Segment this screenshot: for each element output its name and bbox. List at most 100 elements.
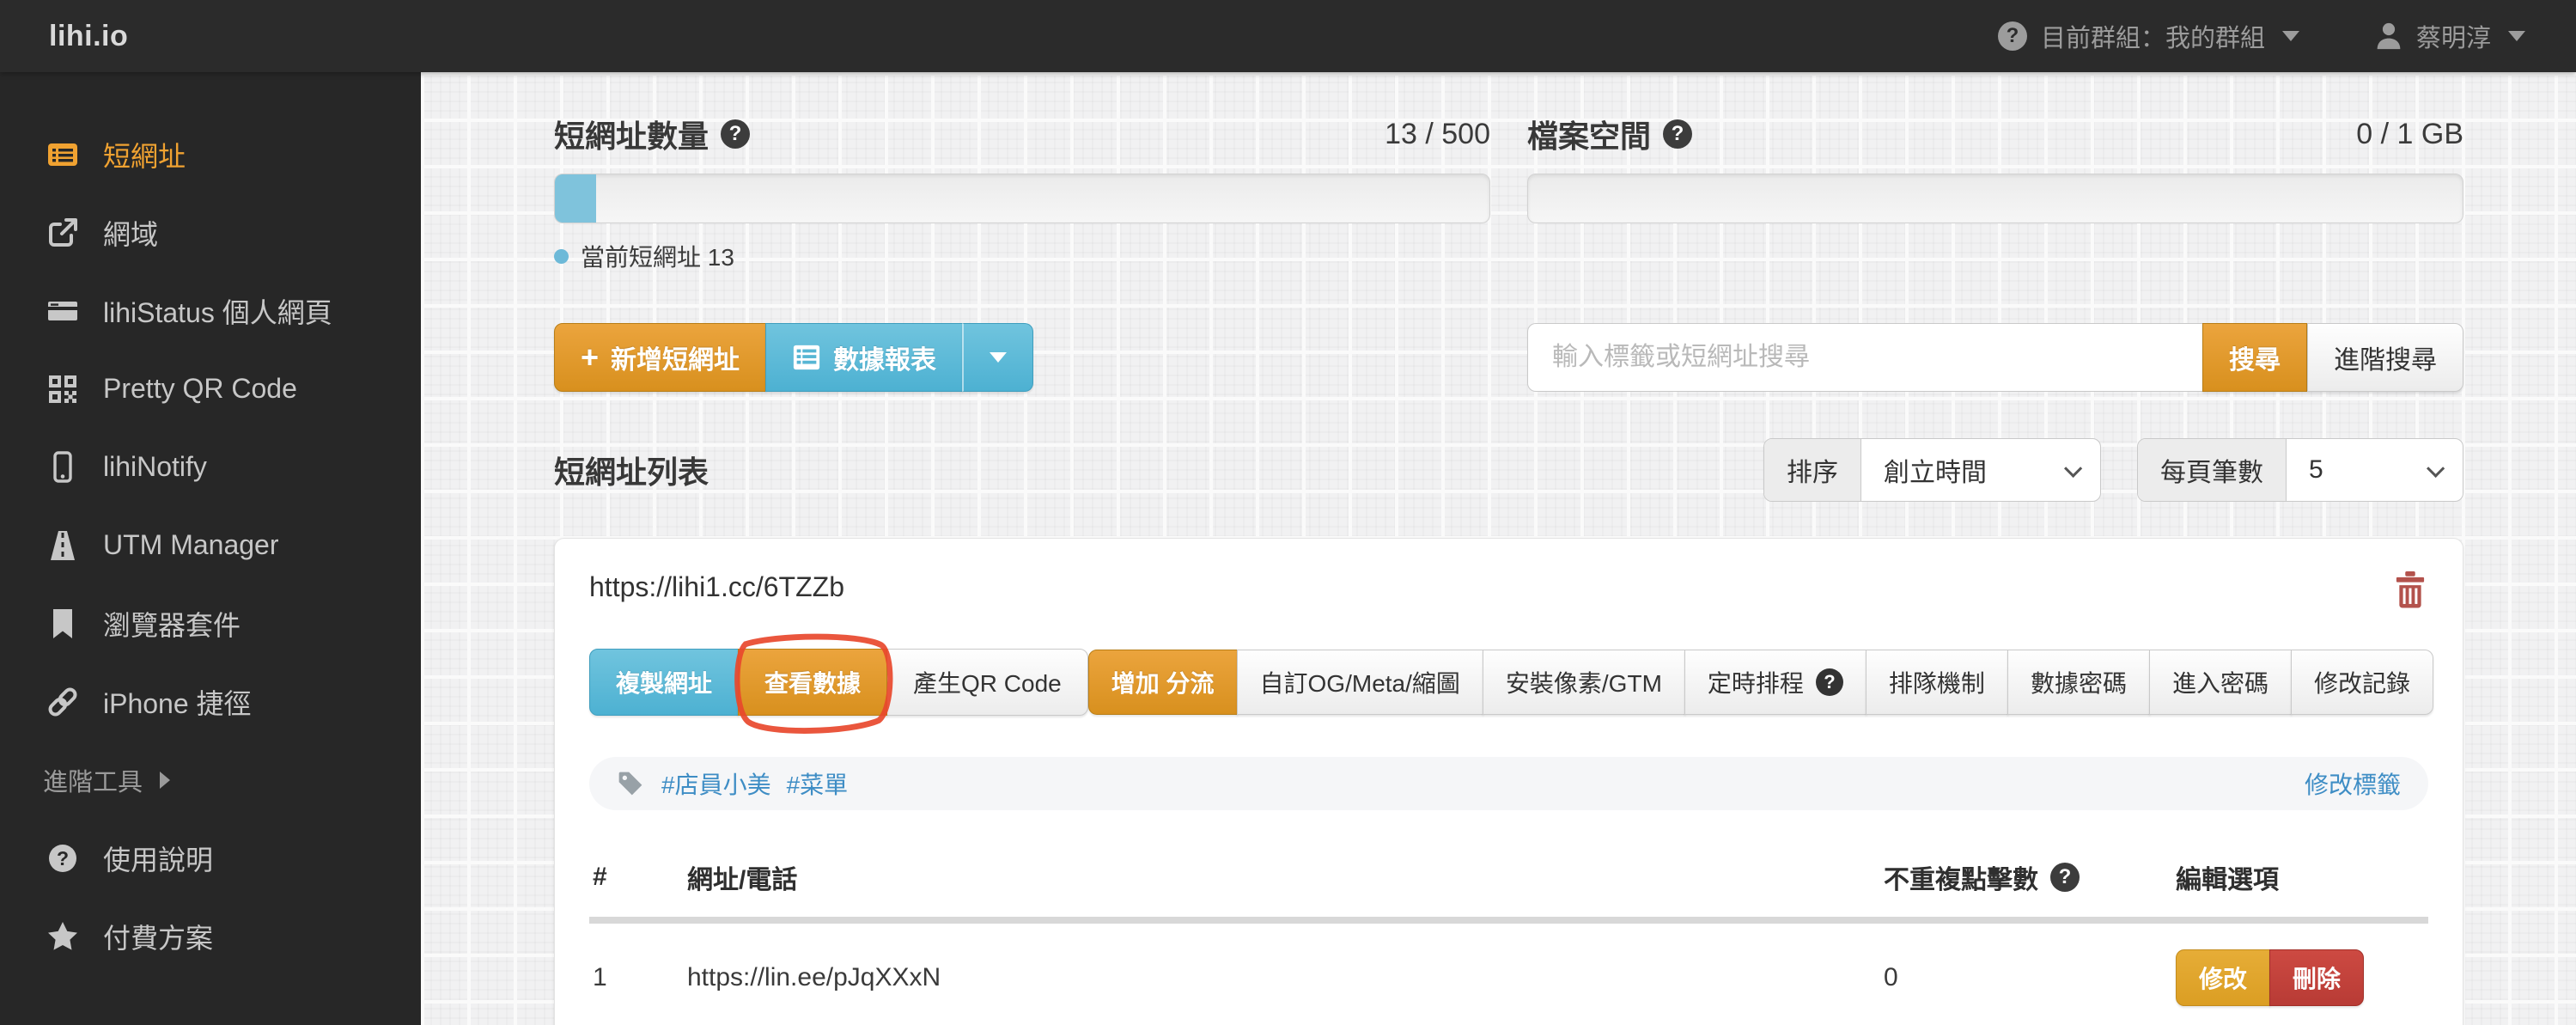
generate-qr-button[interactable]: 產生QR Code [886,649,1088,716]
view-data-button[interactable]: 查看數據 [734,633,893,734]
short-url-quota-stat: 短網址數量 ? 13 / 500 當前短網址 13 [554,112,1490,273]
toolbar-row: + 新增短網址 數據報表 輸入標籤或短網址搜尋 搜尋 進階搜尋 [554,323,2463,392]
data-report-button[interactable]: 數據報表 [765,323,964,392]
stats-row: 短網址數量 ? 13 / 500 當前短網址 13 檔案空間 ? 0 / 1 G… [554,112,2463,273]
row-destination-url: https://lin.ee/pJqXXxN [687,963,941,991]
row-unique-clicks: 0 [1884,963,1898,991]
tag-icon [618,772,642,796]
sidebar-item-label: 使用說明 [103,844,214,876]
sidebar-item-browser-extension[interactable]: 瀏覽器套件 [0,584,421,662]
per-page-select[interactable]: 5 [2287,439,2463,501]
delete-card-button[interactable] [2392,571,2428,611]
row-edit-group: 修改 刪除 [2176,949,2425,1006]
edit-tags-link[interactable]: 修改標籤 [2305,766,2401,801]
primary-actions-group: + 新增短網址 數據報表 [554,323,1034,392]
sidebar-section-advanced-tools[interactable]: 進階工具 [0,741,421,819]
sort-select[interactable]: 創立時間 [1861,439,2100,501]
sidebar-item-short-urls[interactable]: 短網址 [0,115,421,193]
svg-text:?: ? [57,847,69,869]
sort-select-value: 創立時間 [1884,459,1987,487]
entry-password-button[interactable]: 進入密碼 [2148,650,2292,715]
help-icon[interactable]: ? [721,119,751,149]
chevron-down-icon [2508,31,2525,41]
table-header-row: # 網址/電話 不重複點擊數 ? 編輯選項 [589,846,2428,924]
chevron-right-icon [160,771,171,789]
list-icon [46,138,80,171]
sidebar-item-paid-plans[interactable]: 付費方案 [0,897,421,975]
copy-url-button[interactable]: 複製網址 [589,649,740,716]
help-icon: ? [1815,668,1843,696]
sidebar-item-pretty-qr-code[interactable]: Pretty QR Code [0,350,421,428]
col-url-header: 網址/電話 [687,866,798,894]
road-icon [46,529,80,562]
report-dropdown-toggle[interactable] [962,323,1034,392]
short-url-quota-count: 13 / 500 [1385,117,1490,150]
advanced-search-button[interactable]: 進階搜尋 [2307,323,2463,392]
current-group-dropdown[interactable]: ? 目前群組：我的群組 [1997,18,2299,54]
user-icon [2377,22,2401,50]
delete-row-button[interactable]: 刪除 [2269,949,2365,1006]
schedule-button[interactable]: 定時排程 ? [1684,650,1867,715]
user-menu-dropdown[interactable]: 蔡明淳 [2375,18,2525,54]
sidebar-item-label: lihiNotify [103,451,207,482]
chevron-down-icon [2427,459,2445,478]
tag-strip: #店員小美 #菜單 修改標籤 [589,757,2428,810]
main-content: 短網址數量 ? 13 / 500 當前短網址 13 檔案空間 ? 0 / 1 G… [421,72,2576,1025]
sidebar: 短網址 網域 lihiStatus 個人網頁 Pretty QR Code li… [0,72,421,1025]
chevron-down-icon [2281,31,2299,41]
sort-label: 排序 [1764,439,1861,501]
list-head-row: 短網址列表 排序 創立時間 每頁筆數 5 [554,438,2463,502]
sidebar-item-domains[interactable]: 網域 [0,193,421,272]
app-logo: lihi.io [49,19,129,52]
star-icon [46,921,80,952]
custom-og-meta-button[interactable]: 自訂OG/Meta/縮圖 [1236,650,1483,715]
short-url-legend-label: 當前短網址 13 [581,244,734,271]
qr-code-icon [46,374,80,405]
data-report-label: 數據報表 [833,346,937,375]
sidebar-item-lihinotify[interactable]: lihiNotify [0,428,421,506]
edit-row-button[interactable]: 修改 [2176,949,2271,1006]
col-edit-header: 編輯選項 [2176,866,2279,894]
storage-quota-count: 0 / 1 GB [2356,117,2463,150]
install-pixel-gtm-button[interactable]: 安裝像素/GTM [1482,650,1685,715]
short-url-progress-bar [554,174,1490,223]
tag-link[interactable]: #菜單 [787,766,849,801]
sidebar-item-label: lihiStatus 個人網頁 [103,296,332,328]
schedule-label: 定時排程 [1707,670,1804,697]
sidebar-item-label: 網域 [103,218,159,250]
tag-link[interactable]: #店員小美 [661,766,771,801]
sidebar-item-label: Pretty QR Code [103,373,297,404]
topbar: lihi.io ? 目前群組：我的群組 蔡明淳 [0,0,2576,72]
plus-icon: + [581,339,600,375]
sidebar-item-label: UTM Manager [103,529,279,560]
edit-history-button[interactable]: 修改記錄 [2290,650,2433,715]
short-url-progress-fill [555,174,596,223]
help-icon[interactable]: ? [2050,863,2080,892]
legend-dot-icon [554,248,569,264]
short-url-text[interactable]: https://lihi1.cc/6TZZb [589,571,844,603]
short-url-card: https://lihi1.cc/6TZZb 複製網址 查看數據 產生QR Co… [554,538,2463,1025]
sidebar-item-label: 瀏覽器套件 [103,609,241,641]
queue-mechanism-button[interactable]: 排隊機制 [1865,650,2008,715]
chevron-down-icon [990,352,1008,363]
sidebar-section-label: 進階工具 [43,768,143,796]
add-short-url-button[interactable]: + 新增短網址 [554,323,767,392]
sidebar-item-iphone-shortcut[interactable]: iPhone 捷徑 [0,662,421,741]
sidebar-item-label: 付費方案 [103,922,214,954]
sidebar-item-utm-manager[interactable]: UTM Manager [0,506,421,584]
add-split-button[interactable]: 增加 分流 [1087,650,1238,715]
sidebar-item-help[interactable]: ? 使用說明 [0,819,421,897]
search-button[interactable]: 搜尋 [2202,323,2307,392]
help-icon[interactable]: ? [1663,119,1693,149]
card-actions-row: 複製網址 查看數據 產生QR Code 增加 分流 自訂OG/Meta/縮圖 安… [589,633,2433,734]
sort-group: 排序 創立時間 [1763,438,2101,502]
short-url-quota-title: 短網址數量 [554,119,709,154]
per-page-select-value: 5 [2309,455,2323,484]
question-circle-icon: ? [46,843,80,874]
user-name: 蔡明淳 [2415,25,2491,52]
sidebar-item-label: 短網址 [103,140,186,172]
sidebar-item-lihistatus[interactable]: lihiStatus 個人網頁 [0,272,421,350]
search-input[interactable] [1527,323,2202,392]
data-password-button[interactable]: 數據密碼 [2007,650,2150,715]
destinations-table: # 網址/電話 不重複點擊數 ? 編輯選項 1 https://lin.ee/p… [589,846,2428,1013]
